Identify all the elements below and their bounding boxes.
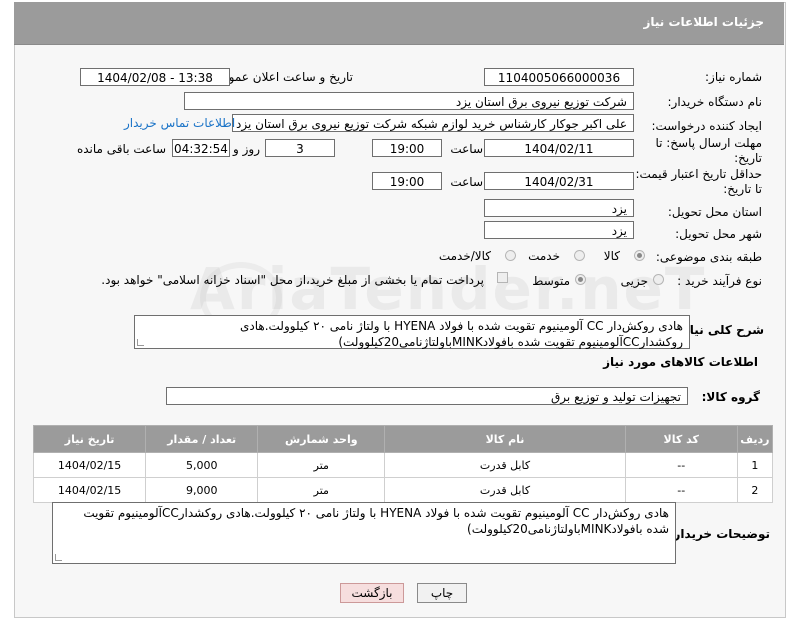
row-quantity: 9,000 (145, 477, 259, 503)
validity-label: حداقل تاریخ اعتبار قیمت: تا تاریخ: (635, 167, 762, 196)
validity-time-value: 19:00 (372, 172, 442, 190)
resize-handle-icon[interactable] (137, 339, 144, 346)
description-text: هادی روکش‌دار CC آلومینیوم تقویت شده با … (239, 319, 683, 349)
print-button[interactable]: چاپ (417, 583, 467, 603)
validity-time-label: ساعت (450, 175, 483, 189)
process-medium-radio[interactable] (575, 274, 586, 285)
creator-value: علی اکبر جوکار کارشناس خرید لوازم شبکه ش… (232, 114, 634, 132)
watermark: AriaTender.neT (190, 255, 707, 323)
process-label: نوع فرآیند خرید : (677, 274, 762, 288)
contact-info-link[interactable]: اطلاعات تماس خریدار (124, 116, 235, 130)
treasury-checkbox[interactable] (497, 272, 508, 283)
category-goods-service-radio[interactable] (505, 250, 516, 261)
row-unit: متر (257, 477, 386, 503)
table-row[interactable]: 1 -- کابل قدرت متر 5,000 1404/02/15 (32, 452, 774, 478)
remaining-time-value: 04:32:54 (172, 139, 230, 157)
col-date: تاریخ نیاز (32, 425, 147, 453)
days-label: روز و (233, 142, 260, 156)
category-goods-label: کالا (603, 249, 620, 263)
row-unit: متر (257, 452, 386, 478)
description-textarea[interactable]: هادی روکش‌دار CC آلومینیوم تقویت شده با … (134, 315, 690, 349)
city-label: شهر محل تحویل: (675, 227, 762, 241)
city-value: یزد (484, 221, 634, 239)
validity-date-value: 1404/02/31 (484, 172, 634, 190)
province-value: یزد (484, 199, 634, 217)
back-button[interactable]: بازگشت (340, 583, 404, 603)
row-name: کابل قدرت (384, 452, 626, 478)
category-label: طبقه بندی موضوعی: (655, 250, 762, 264)
row-code: -- (624, 452, 738, 478)
deadline-date-value: 1404/02/11 (484, 139, 634, 157)
deadline-time-value: 19:00 (372, 139, 442, 157)
need-number-label: شماره نیاز: (705, 70, 762, 84)
row-name: کابل قدرت (384, 477, 626, 503)
payment-note: پرداخت تمام یا بخشی از مبلغ خرید،از محل … (101, 273, 484, 287)
buyer-org-value: شرکت توزیع نیروی برق استان یزد (184, 92, 634, 110)
remaining-label: ساعت باقی مانده (76, 142, 166, 156)
row-date: 1404/02/15 (32, 477, 147, 503)
need-number-value: 1104005066000036 (484, 68, 634, 86)
creator-label: ایجاد کننده درخواست: (651, 119, 762, 133)
buyer-notes-textarea[interactable]: هادی روکش‌دار CC آلومینیوم تقویت شده با … (52, 502, 676, 564)
row-code: -- (624, 477, 738, 503)
category-service-label: خدمت (528, 249, 560, 263)
days-value: 3 (265, 139, 335, 157)
table-header-row: ردیف کد کالا نام کالا واحد شمارش تعداد /… (32, 425, 774, 453)
col-unit: واحد شمارش (257, 425, 386, 453)
deadline-label: مهلت ارسال پاسخ: تا تاریخ: (655, 136, 762, 165)
goods-group-value: تجهیزات تولید و توزیع برق (166, 387, 688, 405)
description-label: شرح کلی نیاز: (678, 323, 764, 337)
category-service-radio[interactable] (574, 250, 585, 261)
page-header: جزئیات اطلاعات نیاز (14, 2, 784, 45)
announce-value: 1404/02/08 - 13:38 (80, 68, 230, 86)
buyer-notes-text: هادی روکش‌دار CC آلومینیوم تقویت شده با … (83, 506, 669, 536)
page-title: جزئیات اطلاعات نیاز (643, 15, 764, 29)
process-medium-label: متوسط (532, 274, 570, 288)
row-number: 2 (736, 477, 774, 503)
col-row: ردیف (736, 425, 774, 453)
col-code: کد کالا (624, 425, 738, 453)
deadline-time-label: ساعت (450, 142, 483, 156)
province-label: استان محل تحویل: (667, 205, 762, 219)
col-quantity: تعداد / مقدار (145, 425, 259, 453)
category-goods-radio[interactable] (634, 250, 645, 261)
process-minor-radio[interactable] (653, 274, 664, 285)
goods-table: ردیف کد کالا نام کالا واحد شمارش تعداد /… (32, 425, 774, 503)
category-goods-service-label: کالا/خدمت (438, 249, 491, 263)
col-name: نام کالا (384, 425, 626, 453)
resize-handle-icon[interactable] (55, 554, 62, 561)
buyer-notes-label: توضیحات خریدار: (668, 527, 770, 541)
row-number: 1 (736, 452, 774, 478)
goods-section-title: اطلاعات کالاهای مورد نیاز (603, 355, 758, 369)
row-quantity: 5,000 (145, 452, 259, 478)
row-date: 1404/02/15 (32, 452, 147, 478)
table-row[interactable]: 2 -- کابل قدرت متر 9,000 1404/02/15 (32, 477, 774, 503)
goods-group-label: گروه کالا: (701, 390, 760, 404)
process-minor-label: جزیی (620, 274, 648, 288)
buyer-org-label: نام دستگاه خریدار: (667, 95, 763, 109)
